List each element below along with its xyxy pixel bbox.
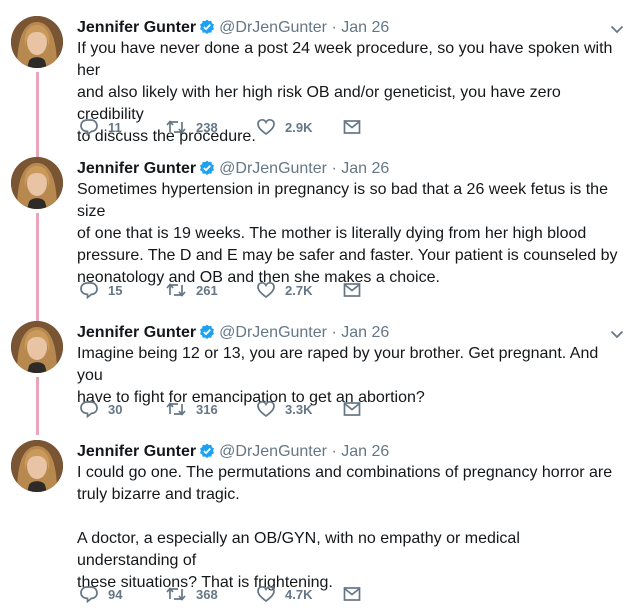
like-button[interactable]: 4.7K [256, 584, 312, 604]
retweet-count: 261 [196, 282, 218, 298]
author-name[interactable]: Jennifer Gunter [77, 19, 196, 36]
separator: · [331, 324, 337, 341]
author-name[interactable]: Jennifer Gunter [77, 324, 196, 341]
reply-count: 11 [108, 119, 122, 135]
tweet[interactable]: Jennifer Gunter @DrJenGunter · Jan 26 Som… [0, 157, 640, 307]
chevron-down-icon[interactable] [610, 24, 624, 34]
tweet-text: I could go one. The permutations and com… [77, 464, 613, 591]
reply-button[interactable]: 11 [79, 117, 122, 137]
reply-count: 15 [108, 282, 123, 298]
tweet[interactable]: Jennifer Gunter @DrJenGunter · Jan 26 I c… [0, 440, 640, 610]
tweet-date[interactable]: Jan 26 [341, 160, 389, 177]
reply-icon [80, 586, 98, 604]
tweet-text: Sometimes hypertension in pregnancy is s… [77, 181, 618, 286]
like-count: 2.9K [285, 119, 313, 135]
reply-button[interactable]: 15 [79, 280, 122, 300]
separator: · [331, 19, 337, 36]
tweet-date[interactable]: Jan 26 [341, 443, 389, 460]
retweet-count: 316 [196, 401, 218, 417]
author-handle[interactable]: @DrJenGunter [219, 443, 327, 460]
author-handle[interactable]: @DrJenGunter [219, 19, 327, 36]
author-name[interactable]: Jennifer Gunter [77, 443, 196, 460]
avatar[interactable] [11, 321, 63, 373]
heart-icon [257, 118, 275, 136]
like-button[interactable]: 2.9K [256, 117, 312, 137]
envelope-icon [343, 587, 361, 601]
direct-message-button[interactable] [342, 280, 362, 300]
like-button[interactable]: 2.7K [256, 280, 312, 300]
tweet-date[interactable]: Jan 26 [341, 19, 389, 36]
heart-icon [257, 585, 275, 603]
direct-message-button[interactable] [342, 399, 362, 419]
heart-icon [257, 400, 275, 418]
reply-icon [80, 282, 98, 300]
like-count: 4.7K [285, 586, 313, 602]
direct-message-button[interactable] [342, 117, 362, 137]
avatar[interactable] [11, 440, 63, 492]
tweet[interactable]: Jennifer Gunter @DrJenGunter · Jan 26 Ima… [0, 321, 640, 426]
retweet-button[interactable]: 238 [165, 117, 218, 137]
tweet-actions: 11 238 2.9K [79, 117, 399, 137]
retweet-button[interactable]: 261 [165, 280, 218, 300]
avatar-image [11, 321, 63, 373]
reply-icon [80, 119, 98, 137]
like-count: 3.3K [285, 401, 313, 417]
separator: · [331, 160, 337, 177]
retweet-icon [166, 283, 186, 297]
retweet-button[interactable]: 368 [165, 584, 218, 604]
retweet-count: 368 [196, 586, 218, 602]
reply-count: 30 [108, 401, 123, 417]
reply-button[interactable]: 30 [79, 399, 122, 419]
direct-message-button[interactable] [342, 584, 362, 604]
retweet-count: 238 [196, 119, 218, 135]
avatar[interactable] [11, 157, 63, 209]
reply-button[interactable]: 94 [79, 584, 122, 604]
envelope-icon [343, 283, 361, 297]
reply-icon [80, 401, 98, 419]
tweet-actions: 30 316 3.3K [79, 399, 399, 419]
like-button[interactable]: 3.3K [256, 399, 312, 419]
like-count: 2.7K [285, 282, 313, 298]
avatar-image [11, 16, 63, 68]
author-name[interactable]: Jennifer Gunter [77, 160, 196, 177]
author-handle[interactable]: @DrJenGunter [219, 324, 327, 341]
avatar[interactable] [11, 16, 63, 68]
tweet-date[interactable]: Jan 26 [341, 324, 389, 341]
envelope-icon [343, 120, 361, 134]
author-handle[interactable]: @DrJenGunter [219, 160, 327, 177]
heart-icon [257, 281, 275, 299]
retweet-button[interactable]: 316 [165, 399, 218, 419]
retweet-icon [166, 587, 186, 601]
avatar-image [11, 440, 63, 492]
tweet-actions: 94 368 4.7K [79, 584, 399, 604]
tweet-actions: 15 261 2.7K [79, 280, 399, 300]
avatar-image [11, 157, 63, 209]
chevron-down-icon[interactable] [610, 329, 624, 339]
retweet-icon [166, 120, 186, 134]
separator: · [331, 443, 337, 460]
reply-count: 94 [108, 586, 123, 602]
retweet-icon [166, 402, 186, 416]
tweet[interactable]: Jennifer Gunter @DrJenGunter · Jan 26 If … [0, 16, 640, 145]
envelope-icon [343, 402, 361, 416]
